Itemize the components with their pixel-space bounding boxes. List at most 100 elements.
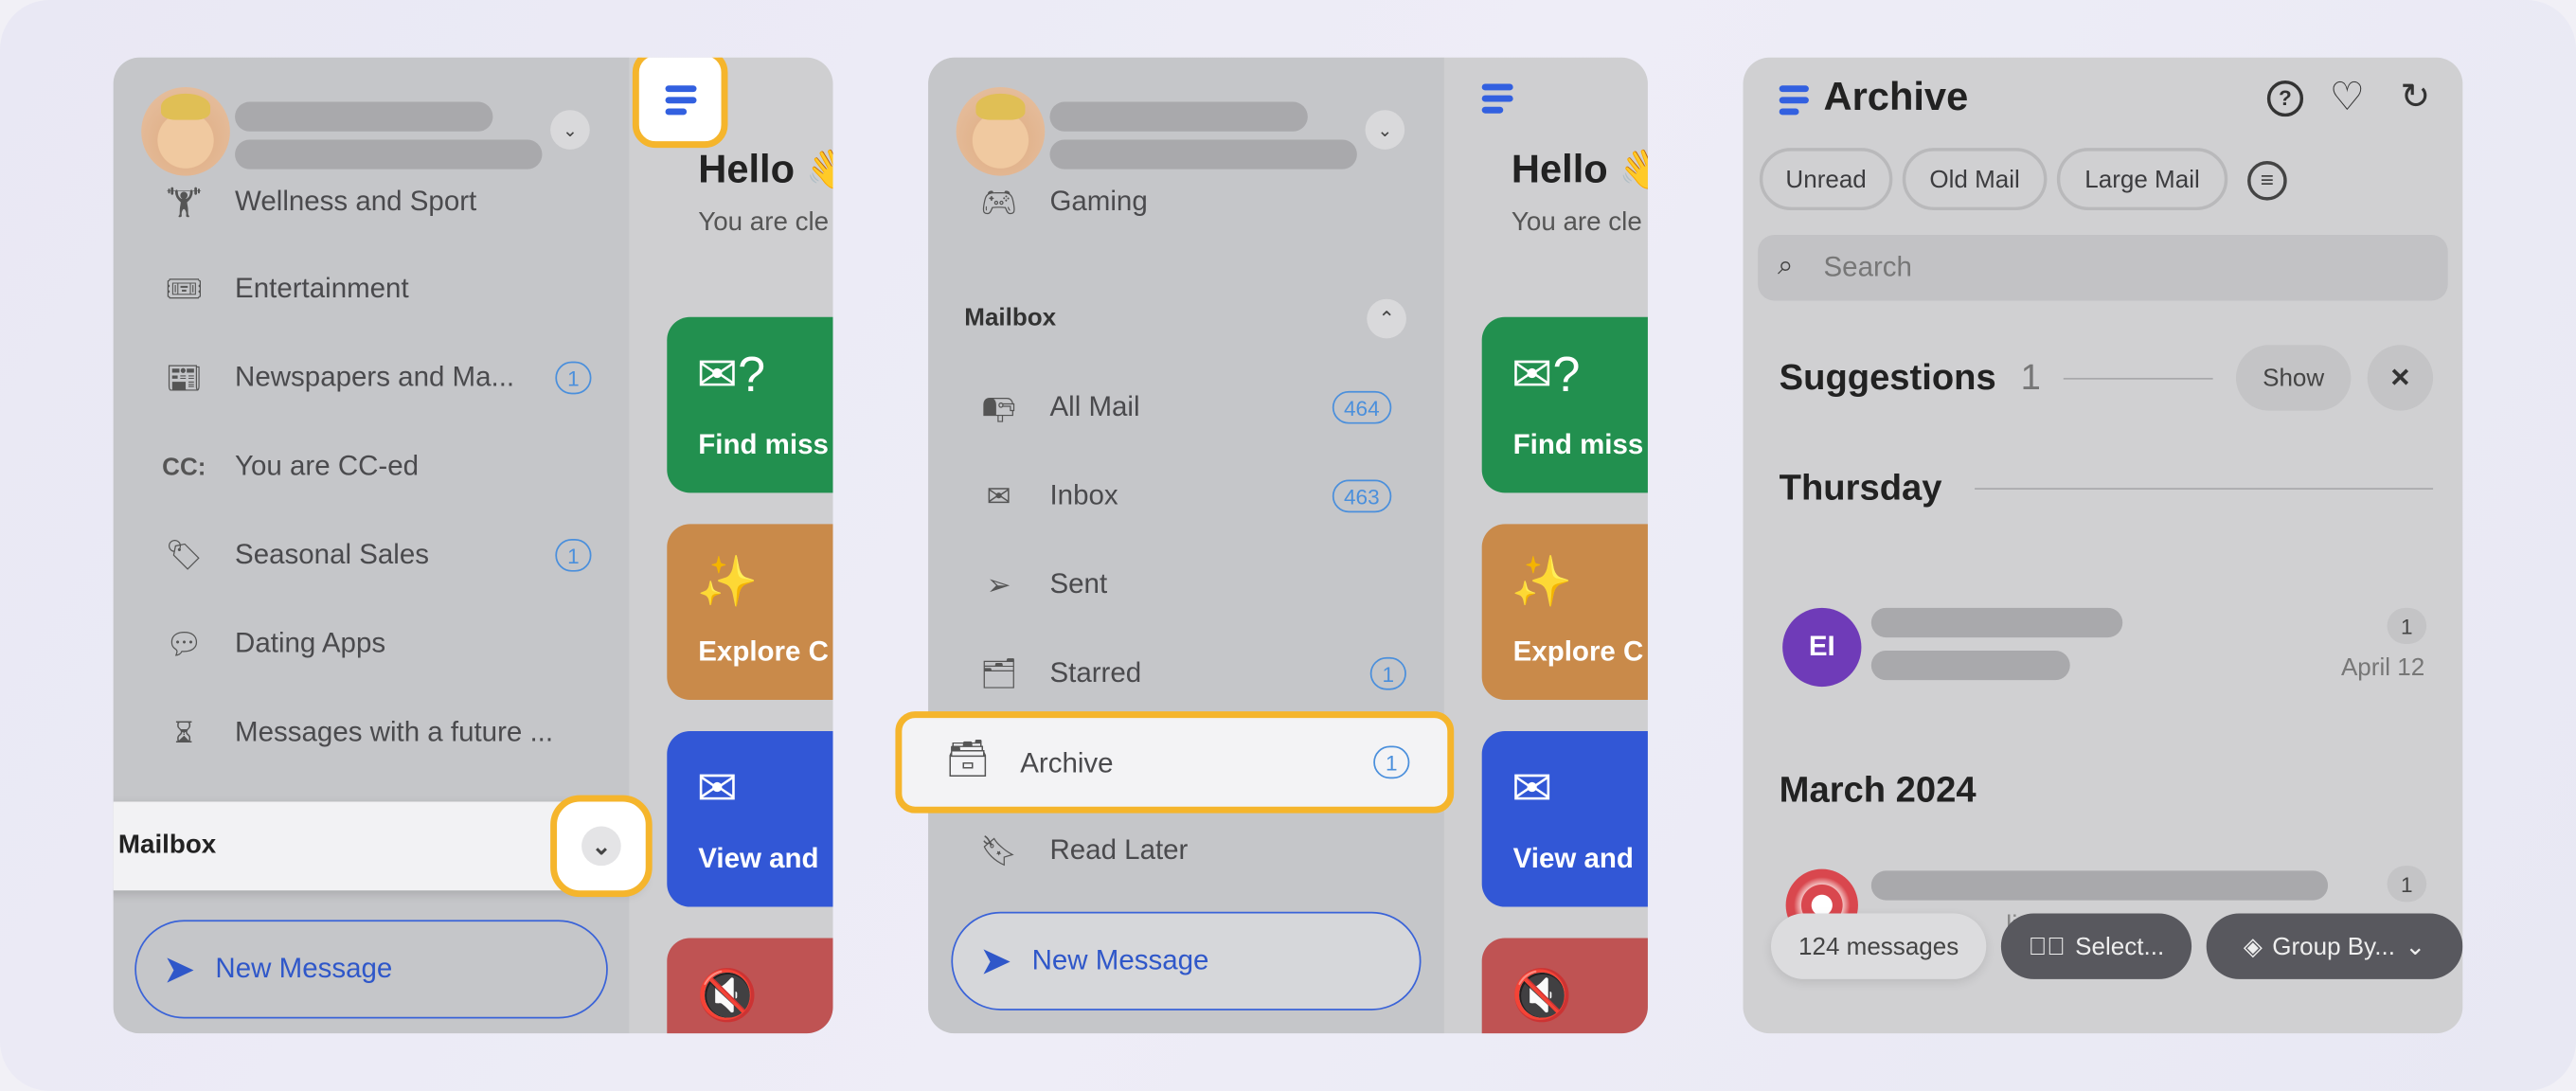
- chevron-down-icon[interactable]: ⌄: [581, 826, 621, 867]
- archive-label: Archive: [1020, 747, 1114, 779]
- show-suggestions-button[interactable]: Show: [2235, 345, 2352, 411]
- divider: [2063, 377, 2213, 380]
- account-name-redacted: [1049, 101, 1308, 132]
- inbox-icon: ✉︎: [986, 478, 1011, 512]
- layers-icon: ◈: [2243, 933, 2263, 961]
- chip-large-mail[interactable]: Large Mail: [2056, 148, 2228, 211]
- mail-question-icon: ✉?: [696, 348, 766, 403]
- hello-heading: Hello 👋: [1511, 148, 1648, 192]
- chevron-up-icon[interactable]: ⌃: [1367, 298, 1406, 339]
- sidebar-item-messages-with-a-future[interactable]: ⏳︎ Messages with a future ...: [114, 700, 630, 765]
- paper-plane-icon: ➤: [162, 947, 196, 992]
- ticket-icon: 🎟︎: [165, 272, 204, 305]
- unread-badge: 1: [555, 538, 592, 572]
- sidebar-item-starred[interactable]: 🗂︎ Starred 1: [928, 641, 1444, 706]
- close-suggestions-button[interactable]: ×: [2367, 345, 2434, 411]
- filter-icon[interactable]: ≡: [2247, 161, 2287, 201]
- thread-count: 1: [2387, 607, 2427, 645]
- item-label: Dating Apps: [235, 627, 386, 659]
- divider: [1975, 488, 2434, 490]
- sender-redacted: [1870, 607, 2123, 638]
- new-message-button[interactable]: ➤ New Message: [134, 920, 608, 1019]
- heart-bubble-icon: 💬︎: [165, 626, 204, 660]
- all-mail-icon: 📭︎: [979, 389, 1018, 423]
- sidebar-item-wellness-and-sport[interactable]: 🏋︎ Wellness and Sport: [114, 170, 630, 235]
- new-message-button[interactable]: ➤ New Message: [951, 911, 1422, 1011]
- sidebar-item-inbox[interactable]: ✉︎ Inbox 463: [928, 463, 1444, 528]
- newspaper-icon: 📰︎: [165, 360, 204, 394]
- card-explore[interactable]: ✨ Explore C: [667, 524, 833, 700]
- item-label: Newspapers and Ma...: [235, 361, 515, 393]
- chip-unread[interactable]: Unread: [1759, 148, 1893, 211]
- item-label: Read Later: [1049, 834, 1189, 867]
- mailbox-header: Mailbox: [964, 303, 1057, 332]
- mailbox-expand-highlight[interactable]: ⌄: [550, 795, 653, 898]
- item-label: Inbox: [1049, 479, 1118, 511]
- sender-avatar: EI: [1782, 607, 1862, 688]
- item-label: You are CC-ed: [235, 450, 420, 482]
- item-label: Messages with a future ...: [235, 716, 554, 748]
- account-chevron-down-icon[interactable]: ⌄: [550, 110, 590, 150]
- avatar[interactable]: [956, 86, 1046, 176]
- panel-archive-list: Archive ? ♡ ↻ Unread Old Mail Large Mail…: [1743, 57, 2463, 1034]
- card-find-missing[interactable]: ✉? Find miss: [1481, 316, 1648, 493]
- card-view[interactable]: ✉ View and: [667, 730, 833, 907]
- archive-badge: 1: [1373, 745, 1410, 779]
- item-label: Seasonal Sales: [235, 538, 430, 570]
- item-label: Wellness and Sport: [235, 186, 477, 217]
- card-explore[interactable]: ✨ Explore C: [1481, 524, 1648, 700]
- group-march-2024: March 2024: [1779, 768, 1977, 811]
- help-icon[interactable]: ?: [2266, 80, 2304, 117]
- cc-icon: CC:: [162, 452, 206, 481]
- chevron-down-icon: ⌄: [2405, 933, 2426, 961]
- item-label: Entertainment: [235, 272, 409, 304]
- check-circle-icon: ✓⃝: [2028, 932, 2066, 960]
- future-icon: ⏳︎: [174, 715, 194, 749]
- account-email-redacted: [235, 139, 543, 170]
- account-chevron-down-icon[interactable]: ⌄: [1365, 110, 1405, 150]
- chip-old-mail[interactable]: Old Mail: [1902, 148, 2048, 211]
- unread-badge: 1: [1369, 656, 1406, 690]
- heart-icon[interactable]: ♡: [2330, 74, 2365, 121]
- sidebar-item-read-later[interactable]: 🔖︎ Read Later: [928, 818, 1444, 884]
- avatar[interactable]: [141, 86, 230, 176]
- menu-icon[interactable]: [1481, 83, 1513, 114]
- item-label: Starred: [1049, 656, 1142, 689]
- bookmark-icon: 🔖︎: [979, 833, 1018, 867]
- select-button[interactable]: ✓⃝ Select...: [2000, 913, 2192, 979]
- hello-heading: Hello 👋: [698, 148, 832, 192]
- sidebar-item-gaming[interactable]: 🎮︎ Gaming: [928, 170, 1444, 235]
- sidebar-item-dating-apps[interactable]: 💬︎ Dating Apps: [114, 611, 630, 676]
- unread-badge: 1: [555, 361, 592, 395]
- gamepad-icon: 🎮︎: [979, 185, 1018, 218]
- new-message-label: New Message: [1031, 944, 1209, 976]
- mailbox-label: Mailbox: [117, 831, 217, 860]
- message-row[interactable]: EI 1 April 12: [1744, 583, 2463, 711]
- card-find-missing[interactable]: ✉? Find miss: [667, 316, 833, 493]
- menu-button-highlighted[interactable]: [632, 57, 728, 149]
- group-by-button[interactable]: ◈ Group By... ⌄: [2206, 913, 2463, 979]
- starred-icon: 🗂︎: [979, 656, 1018, 689]
- refresh-icon[interactable]: ↻: [2400, 76, 2430, 118]
- sidebar-item-you-are-cc-ed[interactable]: CC: You are CC-ed: [114, 434, 630, 499]
- search-input[interactable]: ⌕ Search: [1758, 235, 2448, 301]
- sidebar-item-archive-highlighted[interactable]: 🗃︎ Archive 1: [895, 711, 1455, 814]
- card-mute[interactable]: 🔇: [1481, 938, 1648, 1034]
- sidebar-item-entertainment[interactable]: 🎟︎ Entertainment: [114, 257, 630, 322]
- sender-redacted: [1870, 870, 2329, 901]
- hello-subtitle: You are cle: [1511, 208, 1642, 237]
- card-view[interactable]: ✉ View and: [1481, 730, 1648, 907]
- card-mute[interactable]: 🔇: [667, 938, 833, 1034]
- tag-icon: 🏷︎: [165, 538, 204, 571]
- sidebar: ⌄ 🏋︎ Wellness and Sport 🎟︎ Entertainment 📰︎ N…: [113, 57, 645, 1034]
- sidebar-item-newspapers-and-ma[interactable]: 📰︎ Newspapers and Ma... 1: [114, 345, 630, 410]
- archive-icon: 🗃︎: [944, 737, 991, 779]
- account-name-redacted: [235, 101, 493, 132]
- menu-icon[interactable]: [1779, 85, 1809, 116]
- message-count: 124 messages: [1771, 913, 1987, 979]
- panel-sidebar-archive: ⌄ 🎮︎ Gaming Mailbox ⌃ 📭︎ All Mail 464 ✉︎ Inbo…: [928, 57, 1648, 1034]
- sidebar-item-sent[interactable]: ➢ Sent: [928, 552, 1444, 617]
- sidebar-item-seasonal-sales[interactable]: 🏷︎ Seasonal Sales 1: [114, 523, 630, 588]
- page-title: Archive: [1823, 75, 1969, 120]
- sidebar-item-all-mail[interactable]: 📭︎ All Mail 464: [928, 375, 1444, 440]
